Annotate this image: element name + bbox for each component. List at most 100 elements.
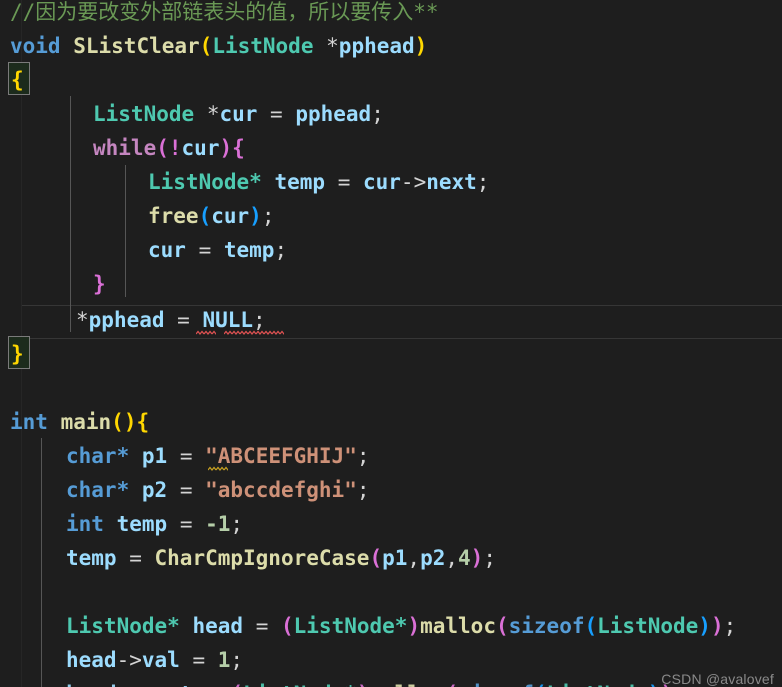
token-paren-open: ( bbox=[111, 410, 124, 434]
token-var-temp: temp bbox=[116, 512, 168, 536]
token-asterisk: * bbox=[326, 34, 339, 58]
token-assign: = bbox=[167, 478, 206, 502]
code-line[interactable]: int temp = -1; bbox=[66, 507, 243, 541]
code-line[interactable]: ListNode* temp = cur->next; bbox=[148, 165, 489, 199]
token-paren-open: ( bbox=[198, 204, 212, 228]
token-asterisk: * bbox=[116, 478, 130, 502]
token-paren-close: ) bbox=[698, 614, 711, 638]
token-number-1: 1 bbox=[217, 648, 231, 672]
token-var-pphead: pphead bbox=[295, 102, 372, 126]
token-semicolon: ; bbox=[274, 238, 288, 262]
code-line[interactable]: free(cur); bbox=[148, 199, 274, 233]
token-keyword-void: void bbox=[10, 34, 61, 58]
token-paren-close: ) bbox=[407, 614, 421, 638]
code-line[interactable]: } bbox=[93, 267, 106, 301]
token-brace-open: { bbox=[136, 410, 150, 434]
token-assign: = bbox=[167, 512, 206, 536]
token-semicolon: ; bbox=[230, 648, 244, 672]
token-assign: = bbox=[257, 102, 296, 126]
code-line[interactable]: temp = CharCmpIgnoreCase(p1,p2,4); bbox=[66, 541, 496, 575]
code-line[interactable]: while(!cur){ bbox=[93, 131, 245, 165]
code-line[interactable]: int main(){ bbox=[10, 405, 149, 439]
token-paren-close: ) bbox=[219, 136, 233, 160]
token-var-temp: temp bbox=[274, 170, 326, 194]
token-var-cur: cur bbox=[211, 204, 250, 228]
token-arrow: -> bbox=[117, 682, 142, 687]
code-line[interactable]: cur = temp; bbox=[148, 233, 287, 267]
token-keyword-int: int bbox=[10, 410, 48, 434]
token-string-p1: "ABCEEFGHIJ" bbox=[205, 444, 357, 468]
token-semicolon: ; bbox=[230, 512, 244, 536]
token-assign: = bbox=[164, 308, 203, 332]
token-semicolon: ; bbox=[253, 308, 266, 332]
token-keyword-char: char bbox=[66, 478, 117, 502]
token-function-free: free bbox=[148, 204, 199, 228]
token-var-head: head bbox=[192, 614, 244, 638]
token-var-temp: temp bbox=[66, 546, 117, 570]
token-var-temp: temp bbox=[223, 238, 275, 262]
token-var-next: next bbox=[142, 682, 193, 687]
token-var-cur: cur bbox=[181, 136, 220, 160]
code-text-layer[interactable]: //因为要改变外部链表头的值，所以要传入** void SListClear(L… bbox=[0, 0, 782, 687]
token-paren-close: ) bbox=[123, 410, 137, 434]
token-function-malloc: malloc bbox=[370, 682, 446, 687]
error-squiggle-assign bbox=[196, 330, 216, 335]
token-var-cur: cur bbox=[148, 238, 186, 262]
token-var-p1: p1 bbox=[141, 444, 168, 468]
token-var-p2: p2 bbox=[141, 478, 168, 502]
token-var-p1: p1 bbox=[382, 546, 408, 570]
token-type-listnode: ListNode bbox=[93, 102, 195, 126]
token-function-charcmpignorecase: CharCmpIgnoreCase bbox=[154, 546, 370, 570]
token-paren-close: ) bbox=[357, 682, 370, 687]
token-var-p2: p2 bbox=[420, 546, 446, 570]
token-brace-close: } bbox=[11, 342, 24, 366]
token-paren-close: ) bbox=[414, 34, 428, 58]
token-asterisk: * bbox=[249, 170, 262, 194]
token-asterisk: * bbox=[344, 682, 357, 687]
token-brace-open: { bbox=[232, 136, 245, 160]
token-arrow: -> bbox=[116, 648, 142, 672]
code-line[interactable]: //因为要改变外部链表头的值，所以要传入** bbox=[10, 0, 439, 29]
token-paren-open: ( bbox=[369, 546, 383, 570]
token-asterisk: * bbox=[116, 444, 130, 468]
token-paren-open: ( bbox=[199, 34, 213, 58]
token-paren-open: ( bbox=[230, 682, 243, 687]
token-comma: , bbox=[445, 546, 459, 570]
token-type-listnode: ListNode bbox=[66, 614, 168, 638]
token-asterisk: * bbox=[76, 308, 89, 332]
token-paren-open: ( bbox=[445, 682, 458, 687]
token-asterisk: * bbox=[167, 614, 180, 638]
token-semicolon: ; bbox=[723, 614, 737, 638]
token-var-val: val bbox=[141, 648, 180, 672]
token-type-listnode: ListNode bbox=[597, 614, 699, 638]
token-paren-open: ( bbox=[584, 614, 598, 638]
token-comment: //因为要改变外部链表头的值，所以要传入** bbox=[10, 0, 439, 24]
token-asterisk: * bbox=[206, 102, 220, 126]
code-line[interactable]: char* p2 = "abccdefghi"; bbox=[66, 473, 370, 507]
token-assign: = bbox=[116, 546, 155, 570]
code-line[interactable]: head->val = 1; bbox=[66, 643, 243, 677]
code-line[interactable]: void SListClear(ListNode *pphead) bbox=[10, 29, 427, 63]
code-line[interactable]: } bbox=[11, 337, 24, 371]
code-line-partial[interactable]: head->next = (ListNode*)malloc(sizeof(Li… bbox=[66, 677, 686, 687]
code-line[interactable]: ListNode* head = (ListNode*)malloc(sizeo… bbox=[66, 609, 736, 643]
code-line[interactable]: { bbox=[11, 63, 24, 97]
token-paren-close: ) bbox=[648, 682, 661, 687]
token-paren-open: ( bbox=[156, 136, 169, 160]
token-comma: , bbox=[407, 546, 421, 570]
code-line[interactable]: ListNode *cur = pphead; bbox=[93, 97, 384, 131]
token-type-listnode: ListNode bbox=[243, 682, 344, 687]
token-semicolon: ; bbox=[261, 204, 275, 228]
token-type-listnode: ListNode bbox=[293, 614, 395, 638]
warning-squiggle-p1-assign bbox=[208, 466, 228, 471]
token-var-cur: cur bbox=[219, 102, 258, 126]
token-semicolon: ; bbox=[356, 444, 370, 468]
token-type-listnode: ListNode bbox=[547, 682, 648, 687]
token-string-p2: "abccdefghi" bbox=[205, 478, 357, 502]
code-editor-viewport[interactable]: //因为要改变外部链表头的值，所以要传入** void SListClear(L… bbox=[0, 0, 782, 687]
token-paren-open: ( bbox=[495, 614, 509, 638]
